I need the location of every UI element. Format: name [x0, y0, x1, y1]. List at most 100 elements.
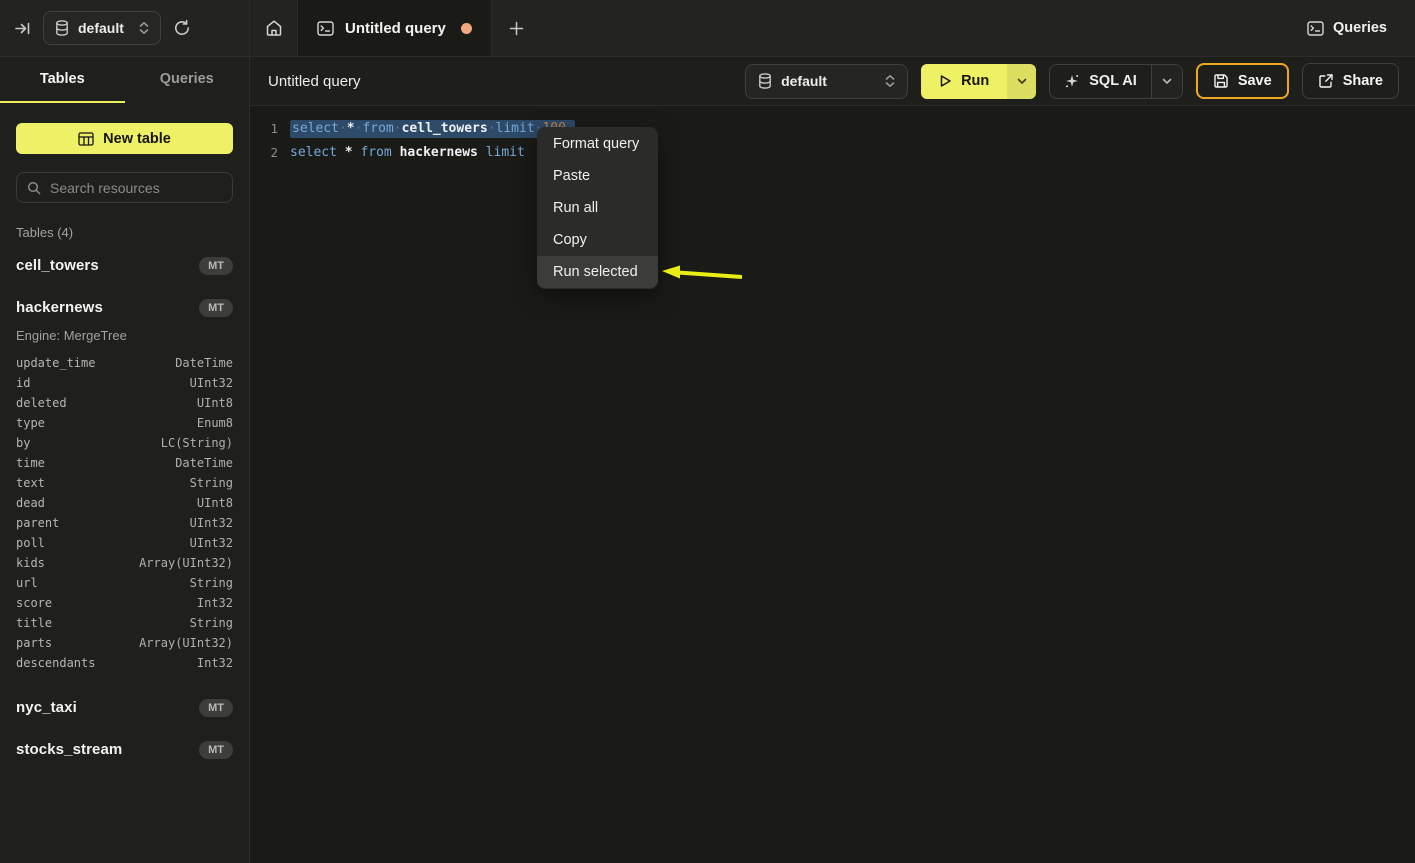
run-split-button: Run: [921, 64, 1036, 99]
column-row: type Enum8: [16, 413, 233, 433]
column-type: UInt32: [190, 376, 233, 390]
column-row: kids Array(UInt32): [16, 553, 233, 573]
column-name: type: [16, 416, 45, 430]
column-row: deletedUInt8: [16, 393, 233, 413]
sql-star: *: [345, 145, 361, 160]
column-name: kids: [16, 556, 45, 570]
table-row-hackernews[interactable]: hackernews MT: [16, 291, 233, 324]
topbar-database-selector[interactable]: default: [43, 11, 161, 45]
context-menu-item-run-selected[interactable]: Run selected: [537, 256, 658, 288]
column-type: Enum8: [197, 416, 233, 430]
resources-list: Tables (4) cell_towers MT hackernews MT …: [0, 203, 249, 863]
home-icon: [265, 19, 283, 37]
tab-title: Untitled query: [345, 20, 446, 37]
engine-badge: MT: [199, 741, 233, 759]
engine-badge: MT: [199, 257, 233, 275]
context-menu-item-paste[interactable]: Paste: [537, 160, 658, 192]
new-tab-button[interactable]: [492, 0, 541, 56]
column-row: idUInt32: [16, 373, 233, 393]
chevron-down-icon: [1162, 78, 1172, 85]
run-options-button[interactable]: [1007, 64, 1036, 99]
chevron-down-icon: [1017, 78, 1027, 85]
sidebar-tabs: Tables Queries: [0, 57, 249, 103]
code-line-1: 1 select·*·from·cell_towers·limit·100·: [250, 117, 1415, 141]
table-name: hackernews: [16, 299, 103, 316]
column-type: Array(UInt32): [139, 556, 233, 570]
column-name: by: [16, 436, 30, 450]
annotation-arrow: [658, 258, 748, 286]
collapse-sidebar-icon: [14, 20, 31, 37]
context-menu-item-copy[interactable]: Copy: [537, 224, 658, 256]
run-button[interactable]: Run: [921, 64, 1007, 99]
sidebar-tab-queries[interactable]: Queries: [125, 57, 250, 103]
main-content: Untitled query default: [250, 57, 1415, 863]
column-type: UInt8: [197, 496, 233, 510]
table-row-nyc-taxi[interactable]: nyc_taxi MT: [16, 691, 233, 724]
context-menu-item-run-all[interactable]: Run all: [537, 192, 658, 224]
select-chevrons-icon: [139, 21, 149, 35]
search-wrap: [0, 154, 249, 203]
column-type: String: [190, 616, 233, 630]
column-name: parent: [16, 516, 59, 530]
sidebar-tab-tables[interactable]: Tables: [0, 57, 125, 103]
sql-table-name: hackernews: [400, 145, 486, 160]
save-button[interactable]: Save: [1196, 63, 1289, 99]
table-name: cell_towers: [16, 257, 99, 274]
column-row: title String: [16, 613, 233, 633]
share-button[interactable]: Share: [1302, 63, 1399, 99]
column-row: textString: [16, 473, 233, 493]
tab-untitled-query[interactable]: Untitled query: [297, 0, 492, 56]
column-row: update_timeDateTime: [16, 353, 233, 373]
sql-ai-button[interactable]: SQL AI: [1050, 65, 1151, 98]
query-toolbar: Untitled query default: [250, 57, 1415, 106]
sql-keyword: limit: [496, 121, 535, 136]
new-table-label: New table: [103, 131, 171, 147]
column-type: UInt32: [190, 536, 233, 550]
engine-badge: MT: [199, 699, 233, 717]
table-grid-icon: [78, 132, 94, 146]
editor-context-menu: Format query Paste Run all Copy Run sele…: [537, 127, 658, 289]
column-row: byLC(String): [16, 433, 233, 453]
sql-ai-options-button[interactable]: [1151, 65, 1182, 98]
select-chevrons-icon: [885, 74, 895, 88]
column-type: DateTime: [175, 356, 233, 370]
refresh-button[interactable]: [173, 19, 191, 37]
column-type: DateTime: [175, 456, 233, 470]
sql-star: *: [347, 121, 355, 136]
column-type: Int32: [197, 596, 233, 610]
table-row-cell-towers[interactable]: cell_towers MT: [16, 249, 233, 282]
table-name: stocks_stream: [16, 741, 122, 758]
sql-ai-button-label: SQL AI: [1089, 73, 1137, 89]
column-type: String: [190, 476, 233, 490]
topbar-left-section: default: [0, 0, 250, 56]
toolbar-database-value: default: [781, 73, 827, 89]
search-resources-input[interactable]: [50, 180, 231, 196]
column-name: title: [16, 616, 52, 630]
table-row-stocks-stream[interactable]: stocks_stream MT: [16, 733, 233, 766]
sql-keyword: select: [290, 145, 345, 160]
new-table-button[interactable]: New table: [16, 123, 233, 154]
share-icon: [1318, 73, 1334, 89]
code-line-2: 2 select * from hackernews limit: [250, 141, 1415, 165]
query-title: Untitled query: [266, 73, 361, 90]
save-button-label: Save: [1238, 73, 1272, 89]
column-row: partsArray(UInt32): [16, 633, 233, 653]
plus-icon: [509, 21, 524, 36]
sql-keyword: from: [360, 145, 399, 160]
column-row: descendantsInt32: [16, 653, 233, 673]
sidebar: Tables Queries New table: [0, 57, 250, 863]
queries-button-label: Queries: [1333, 20, 1387, 36]
column-name: score: [16, 596, 52, 610]
column-name: poll: [16, 536, 45, 550]
column-row: parentUInt32: [16, 513, 233, 533]
column-row: poll UInt32: [16, 533, 233, 553]
queries-button[interactable]: Queries: [1307, 0, 1415, 56]
line-number: 1: [250, 117, 278, 141]
engine-badge: MT: [199, 299, 233, 317]
home-tab-button[interactable]: [250, 0, 297, 56]
sql-editor[interactable]: 1 select·*·from·cell_towers·limit·100· 2…: [250, 106, 1415, 863]
context-menu-item-format-query[interactable]: Format query: [537, 128, 658, 160]
sql-ai-split-button: SQL AI: [1049, 64, 1183, 99]
toolbar-database-selector[interactable]: default: [745, 64, 908, 99]
collapse-sidebar-button[interactable]: [14, 20, 31, 37]
